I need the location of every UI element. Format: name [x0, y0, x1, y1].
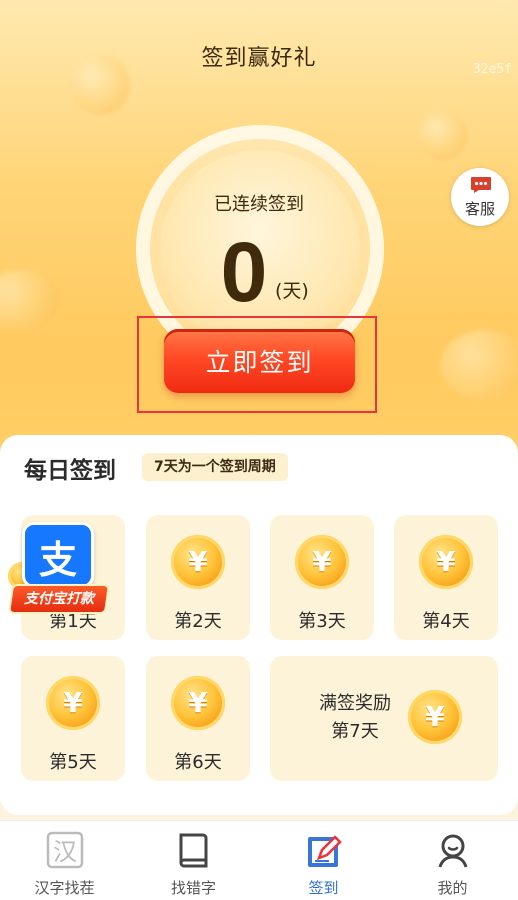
nav-item-sign-in[interactable]: 签到 [259, 821, 388, 900]
coin-icon: ¥ [408, 690, 462, 744]
full-reward-label: 满签奖励 第7天 [300, 690, 410, 746]
nav-label: 我的 [437, 879, 468, 897]
decorative-coin [418, 110, 468, 160]
nav-label: 找错字 [170, 879, 216, 897]
cycle-tag: 7天为一个签到周期 [142, 453, 288, 481]
alipay-payout-badge: 支 支付宝打款 [7, 522, 111, 618]
sign-in-hero: 签到赢好礼 32e5f 已连续签到 0 (天) 客服 立即签到 [0, 0, 518, 470]
streak-label: 已连续签到 [214, 194, 304, 215]
coin-icon: ¥ [419, 535, 473, 589]
day-label: 第5天 [49, 752, 97, 773]
alipay-icon: 支 [22, 522, 94, 588]
daily-title: 每日签到 [24, 458, 116, 484]
nav-item-hanzi-spot[interactable]: 汉 汉字找茬 [0, 821, 129, 900]
watermark-text: 32e5f [472, 62, 512, 77]
coin-icon: ¥ [295, 535, 349, 589]
day-label: 第2天 [174, 611, 222, 632]
decorative-coin [0, 270, 60, 330]
day-card-6[interactable]: ¥ 第6天 [146, 656, 250, 781]
day-label: 第6天 [174, 752, 222, 773]
alipay-banner-text: 支付宝打款 [24, 591, 94, 607]
nav-item-find-typo[interactable]: 找错字 [129, 821, 258, 900]
daily-sign-in-card: 每日签到 7天为一个签到周期 第1天 ¥ 第2天 ¥ 第3天 ¥ 第4天 ¥ 第… [0, 435, 518, 815]
full-reward-title: 满签奖励 [319, 693, 391, 714]
day-card-3[interactable]: ¥ 第3天 [270, 515, 374, 640]
nav-label: 汉字找茬 [34, 879, 95, 897]
nav-item-profile[interactable]: 我的 [388, 821, 517, 900]
profile-icon [438, 834, 468, 868]
coin-icon: ¥ [171, 535, 225, 589]
day-card-5[interactable]: ¥ 第5天 [21, 656, 125, 781]
bottom-nav: 汉 汉字找茬 找错字 签到 我的 [0, 820, 518, 900]
day-card-4[interactable]: ¥ 第4天 [394, 515, 498, 640]
book-icon [179, 833, 208, 868]
day-card-7-full-reward[interactable]: 满签奖励 第7天 ¥ [270, 656, 498, 781]
sign-in-pen-icon [308, 835, 342, 867]
full-reward-day: 第7天 [331, 721, 379, 742]
page-title: 签到赢好礼 [201, 46, 317, 71]
day-card-2[interactable]: ¥ 第2天 [146, 515, 250, 640]
day-label: 第3天 [298, 611, 346, 632]
nav-label: 签到 [308, 879, 339, 897]
coin-icon: ¥ [46, 676, 100, 730]
chat-bubble-icon [471, 177, 491, 193]
customer-service-button[interactable]: 客服 [451, 168, 509, 226]
customer-service-label: 客服 [464, 200, 495, 218]
sign-in-button[interactable]: 立即签到 [164, 329, 355, 393]
streak-unit: (天) [275, 280, 309, 302]
coin-icon: ¥ [171, 676, 225, 730]
han-character-icon: 汉 [46, 831, 84, 869]
svg-text:汉: 汉 [53, 838, 77, 866]
streak-count: 0 [220, 225, 268, 319]
day-label: 第4天 [422, 611, 470, 632]
decorative-coin [440, 330, 518, 400]
